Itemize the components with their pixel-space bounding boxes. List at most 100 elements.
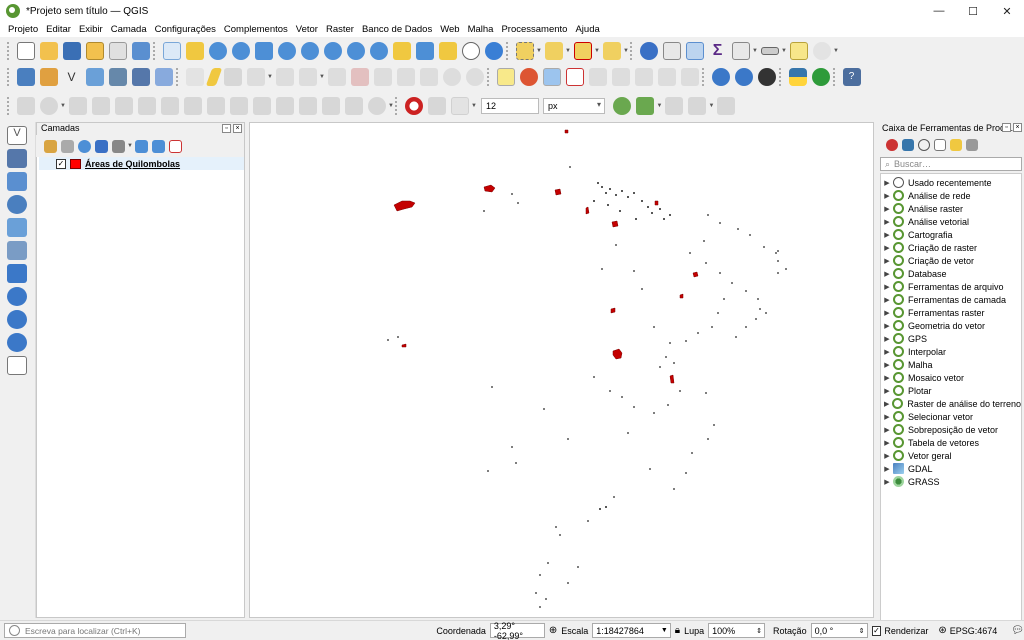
add-feature-icon[interactable]: [246, 68, 265, 86]
chevron-down-icon[interactable]: ▼: [388, 97, 394, 115]
expand-arrow-icon[interactable]: ▶: [881, 348, 893, 356]
tree-item[interactable]: ▶ GRASS: [881, 475, 1021, 488]
expand-arrow-icon[interactable]: ▶: [881, 218, 893, 226]
toolbar-grip[interactable]: [833, 68, 837, 86]
scripts-icon[interactable]: [902, 139, 914, 151]
chevron-down-icon[interactable]: ▼: [267, 68, 273, 86]
deselect-all-icon[interactable]: [602, 42, 621, 60]
close-button[interactable]: ✕: [990, 0, 1024, 22]
toolbar-grip[interactable]: [7, 42, 11, 60]
reshape-icon[interactable]: [183, 97, 202, 115]
tree-item[interactable]: ▶ Database: [881, 267, 1021, 280]
models-icon[interactable]: [886, 139, 898, 151]
add-mssql-layer-icon[interactable]: [7, 264, 27, 283]
toolbar-grip[interactable]: [7, 97, 11, 115]
add-wms-side-icon[interactable]: [7, 287, 27, 306]
merge-attributes-icon[interactable]: [298, 97, 317, 115]
remove-layer-icon[interactable]: [169, 139, 182, 153]
current-edits-icon[interactable]: [185, 68, 204, 86]
chevron-down-icon[interactable]: ▼: [60, 97, 66, 115]
snapping-type-icon[interactable]: [450, 97, 469, 115]
expand-arrow-icon[interactable]: ▶: [881, 439, 893, 447]
expand-arrow-icon[interactable]: ▶: [881, 452, 893, 460]
toolbar-grip[interactable]: [702, 68, 706, 86]
chevron-down-icon[interactable]: ▼: [565, 42, 571, 60]
offset-curve-icon[interactable]: [206, 97, 225, 115]
split-parts-icon[interactable]: [252, 97, 271, 115]
new-geopackage-layer-icon[interactable]: [39, 68, 58, 86]
filter-legend-icon[interactable]: [95, 139, 108, 153]
layer-row[interactable]: ✓ Áreas de Quilombolas: [39, 157, 244, 170]
expand-arrow-icon[interactable]: ▶: [881, 374, 893, 382]
measure-line-icon[interactable]: [760, 47, 779, 55]
expand-arrow-icon[interactable]: ▶: [881, 322, 893, 330]
tree-item[interactable]: ▶ Análise de rede: [881, 189, 1021, 202]
save-edits-icon[interactable]: [223, 68, 242, 86]
attribute-table-icon[interactable]: [662, 42, 681, 60]
add-postgis-layer-icon[interactable]: [7, 241, 27, 260]
expand-arrow-icon[interactable]: ▶: [881, 257, 893, 265]
tree-item[interactable]: ▶ GPS: [881, 332, 1021, 345]
identify-icon[interactable]: [639, 42, 658, 60]
select-by-value-icon[interactable]: [544, 42, 563, 60]
tree-item[interactable]: ▶ Análise raster: [881, 202, 1021, 215]
add-virtual-layer-side-icon[interactable]: [7, 356, 27, 375]
toolbar-grip[interactable]: [506, 42, 510, 60]
maximize-button[interactable]: ☐: [956, 0, 990, 22]
label-abc-red-icon[interactable]: [565, 68, 584, 86]
expand-arrow-icon[interactable]: ▶: [881, 270, 893, 278]
tree-item[interactable]: ▶ GDAL: [881, 462, 1021, 475]
add-wfs-layer-icon[interactable]: [734, 68, 753, 86]
collapse-all-icon[interactable]: [152, 139, 165, 153]
menu-camada[interactable]: Camada: [107, 24, 151, 35]
plugin-reloader-icon[interactable]: [811, 68, 830, 86]
rotate-point-icon[interactable]: [321, 97, 340, 115]
toolbar-grip[interactable]: [630, 42, 634, 60]
add-wms-layer-icon[interactable]: [711, 68, 730, 86]
chevron-down-icon[interactable]: ▼: [319, 68, 325, 86]
crs-label[interactable]: EPSG:4674: [950, 626, 998, 636]
zoom-next-icon[interactable]: [369, 42, 388, 60]
new-print-layout-icon[interactable]: [85, 42, 104, 60]
self-snapping-icon[interactable]: [717, 97, 735, 115]
tree-item[interactable]: ▶ Ferramentas de arquivo: [881, 280, 1021, 293]
zoom-in-icon[interactable]: [208, 42, 227, 60]
expand-arrow-icon[interactable]: ▶: [881, 192, 893, 200]
open-layer-styling-icon[interactable]: [44, 139, 57, 153]
move-feature-icon[interactable]: [298, 68, 317, 86]
intersection-snapping-icon[interactable]: [688, 97, 706, 115]
statistics-sigma-icon[interactable]: Σ: [709, 42, 727, 60]
tree-item[interactable]: ▶ Mosaico vetor: [881, 371, 1021, 384]
expand-arrow-icon[interactable]: ▶: [881, 231, 893, 239]
delete-ring-icon[interactable]: [137, 97, 156, 115]
undo-icon[interactable]: [442, 68, 461, 86]
label-abc-yellow-icon[interactable]: [496, 68, 515, 86]
close-toolbox-button[interactable]: ×: [1013, 123, 1022, 132]
delete-part-icon[interactable]: [160, 97, 179, 115]
toggle-editing-icon[interactable]: [205, 68, 222, 86]
expand-arrow-icon[interactable]: ▶: [881, 309, 893, 317]
expand-arrow-icon[interactable]: ▶: [881, 283, 893, 291]
tree-item[interactable]: ▶ Sobreposição de vetor: [881, 423, 1021, 436]
menu-projeto[interactable]: Projeto: [4, 24, 42, 35]
close-panel-button[interactable]: ×: [233, 124, 242, 133]
expand-arrow-icon[interactable]: ▶: [881, 413, 893, 421]
messages-icon[interactable]: 💬︎: [1011, 625, 1024, 636]
menu-exibir[interactable]: Exibir: [75, 24, 107, 35]
bookmark-icon[interactable]: [438, 42, 457, 60]
open-project-icon[interactable]: [39, 42, 58, 60]
move-label-icon[interactable]: [634, 68, 653, 86]
expand-arrow-icon[interactable]: ▶: [881, 426, 893, 434]
new-project-icon[interactable]: [16, 42, 35, 60]
layer-name[interactable]: Áreas de Quilombolas: [85, 159, 180, 169]
pan-map-icon[interactable]: [162, 42, 181, 60]
settings-icon[interactable]: [812, 42, 831, 60]
select-features-icon[interactable]: [515, 42, 534, 60]
add-delimited-text-icon[interactable]: [85, 68, 104, 86]
open-attribute-table-icon[interactable]: [731, 42, 750, 60]
spin-arrows-icon[interactable]: ⇕: [756, 627, 762, 635]
menu-processamento[interactable]: Processamento: [497, 24, 571, 35]
tracing-icon[interactable]: [613, 97, 631, 115]
merge-features-icon[interactable]: [275, 97, 294, 115]
toolbar-grip[interactable]: [153, 42, 157, 60]
